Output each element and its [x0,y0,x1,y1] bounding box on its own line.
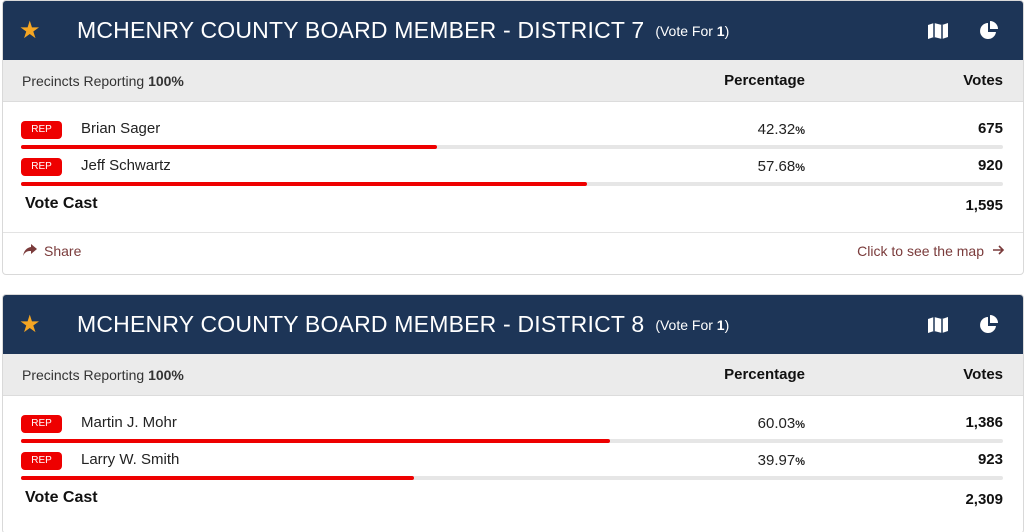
star-icon[interactable]: ★ [19,312,41,336]
see-map-label: Click to see the map [857,243,984,259]
pie-chart-icon[interactable] [979,20,999,41]
votes-header: Votes [963,366,1003,383]
precincts-reporting: Precincts Reporting 100% [22,72,184,89]
vote-share-bar [21,145,1003,149]
vote-for-label: (Vote For 1) [655,316,730,333]
candidate-name: Brian Sager [81,120,161,137]
race-header: ★ MCHENRY COUNTY BOARD MEMBER - DISTRICT… [3,1,1023,60]
party-badge: REP [21,452,62,470]
arrow-right-icon [992,243,1005,259]
pie-chart-icon[interactable] [979,314,999,335]
candidate-percentage: 42.32% [757,121,805,138]
candidate-votes: 920 [977,157,1003,174]
vote-cast-row: Vote Cast 2,309 [3,482,1023,526]
vote-cast-value: 1,595 [965,197,1003,214]
candidate-percentage: 57.68% [757,158,805,175]
share-link[interactable]: Share [23,243,81,259]
candidate-votes: 675 [977,120,1003,137]
map-icon[interactable] [927,316,949,334]
precincts-bar: Precincts Reporting 100% Percentage Vote… [3,354,1023,396]
see-map-link[interactable]: Click to see the map [857,243,1005,259]
header-actions [927,314,1009,335]
candidate-row: REP Brian Sager 42.32% 675 [3,114,1023,151]
precincts-bar: Precincts Reporting 100% Percentage Vote… [3,60,1023,102]
vote-share-fill [21,439,611,443]
race-footer: Share Click to see the map [3,232,1023,269]
candidate-row: REP Jeff Schwartz 57.68% 920 [3,151,1023,188]
race-title: MCHENRY COUNTY BOARD MEMBER - DISTRICT 8 [77,311,645,337]
candidate-name: Larry W. Smith [81,451,180,468]
vote-cast-value: 2,309 [965,491,1003,508]
map-icon[interactable] [927,22,949,40]
party-badge: REP [21,415,62,433]
share-label: Share [44,243,82,259]
vote-for-label: (Vote For 1) [655,22,730,39]
header-actions [927,20,1009,41]
race-card-district-8: ★ MCHENRY COUNTY BOARD MEMBER - DISTRICT… [2,294,1024,532]
vote-share-bar [21,476,1003,480]
party-badge: REP [21,158,62,176]
vote-share-bar [21,182,1003,186]
percentage-header: Percentage [724,366,805,383]
percentage-header: Percentage [724,72,805,89]
vote-cast-label: Vote Cast [25,195,98,212]
race-card-district-7: ★ MCHENRY COUNTY BOARD MEMBER - DISTRICT… [2,0,1024,275]
votes-header: Votes [963,72,1003,89]
vote-share-bar [21,439,1003,443]
candidate-percentage: 39.97% [757,452,805,469]
vote-share-fill [21,476,414,480]
candidate-name: Martin J. Mohr [81,414,177,431]
race-header: ★ MCHENRY COUNTY BOARD MEMBER - DISTRICT… [3,295,1023,354]
precincts-reporting: Precincts Reporting 100% [22,366,184,383]
vote-share-fill [21,182,588,186]
candidate-votes: 1,386 [965,414,1003,431]
candidate-votes: 923 [977,451,1003,468]
candidate-row: REP Larry W. Smith 39.97% 923 [3,445,1023,482]
candidate-name: Jeff Schwartz [81,157,171,174]
race-title: MCHENRY COUNTY BOARD MEMBER - DISTRICT 7 [77,17,645,43]
share-arrow-icon [23,243,37,259]
party-badge: REP [21,121,62,139]
candidate-row: REP Martin J. Mohr 60.03% 1,386 [3,408,1023,445]
candidate-percentage: 60.03% [757,415,805,432]
vote-cast-row: Vote Cast 1,595 [3,188,1023,232]
star-icon[interactable]: ★ [19,18,41,42]
vote-cast-label: Vote Cast [25,489,98,506]
vote-share-fill [21,145,437,149]
